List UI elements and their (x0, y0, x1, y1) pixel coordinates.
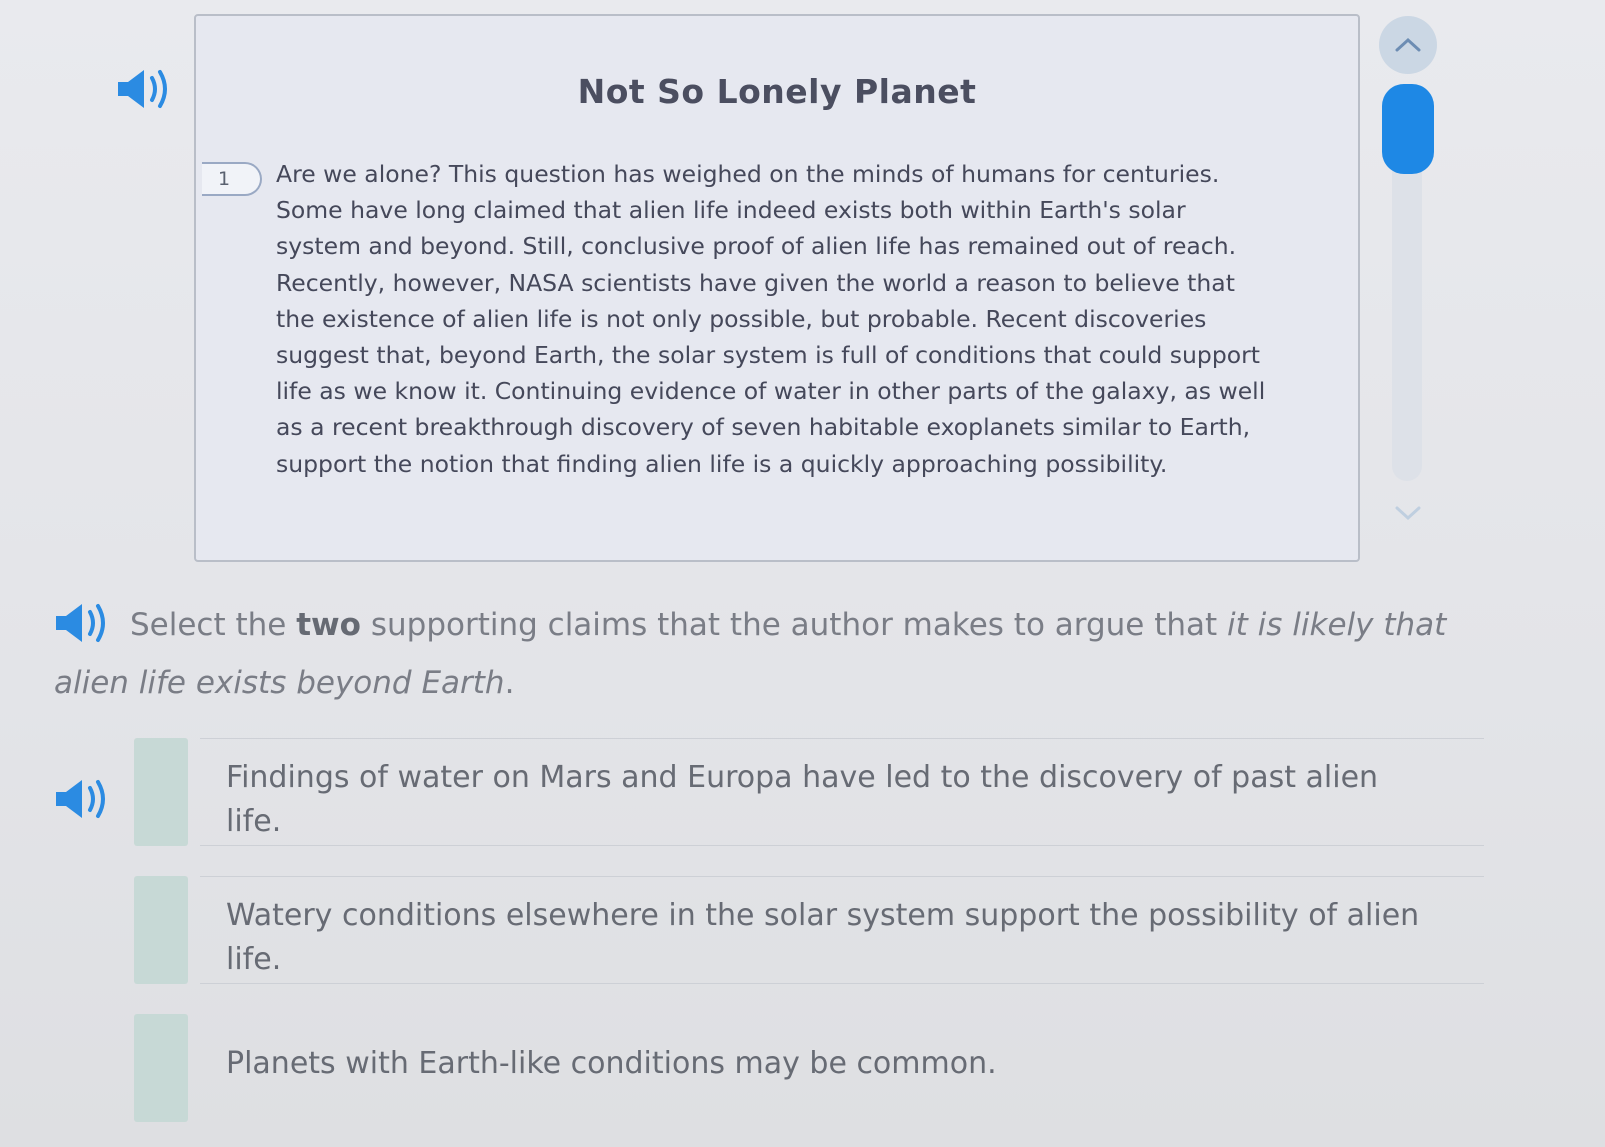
paragraph-text: Are we alone? This question has weighed … (276, 160, 1266, 478)
answer-option-2[interactable]: Watery conditions elsewhere in the solar… (134, 876, 1484, 984)
scroll-down-button[interactable] (1390, 498, 1426, 528)
option-speaker-icon[interactable] (54, 776, 114, 822)
question-prompt: Select the two supporting claims that th… (54, 607, 1447, 701)
scroll-up-button[interactable] (1379, 16, 1437, 74)
option-checkbox[interactable] (134, 738, 188, 846)
option-divider (200, 983, 1484, 984)
option-divider (200, 738, 1484, 739)
chevron-down-icon (1395, 506, 1421, 521)
paragraph-number: 1 (202, 162, 262, 196)
answer-option-1[interactable]: Findings of water on Mars and Europa hav… (134, 738, 1484, 846)
option-divider (200, 876, 1484, 877)
option-text: Planets with Earth-like conditions may b… (226, 1046, 997, 1081)
page: Not So Lonely Planet 1 Are we alone? Thi… (0, 0, 1605, 1147)
answer-option-3[interactable]: Planets with Earth-like conditions may b… (134, 1014, 1484, 1122)
passage-title: Not So Lonely Planet (577, 72, 977, 111)
option-text: Findings of water on Mars and Europa hav… (226, 760, 1379, 839)
scrollbar-thumb[interactable] (1382, 84, 1434, 174)
option-text: Watery conditions elsewhere in the solar… (226, 898, 1420, 977)
option-checkbox[interactable] (134, 1014, 188, 1122)
option-checkbox[interactable] (134, 876, 188, 984)
passage-speaker-icon[interactable] (116, 66, 176, 112)
chevron-up-icon (1395, 37, 1421, 52)
option-divider (200, 845, 1484, 846)
